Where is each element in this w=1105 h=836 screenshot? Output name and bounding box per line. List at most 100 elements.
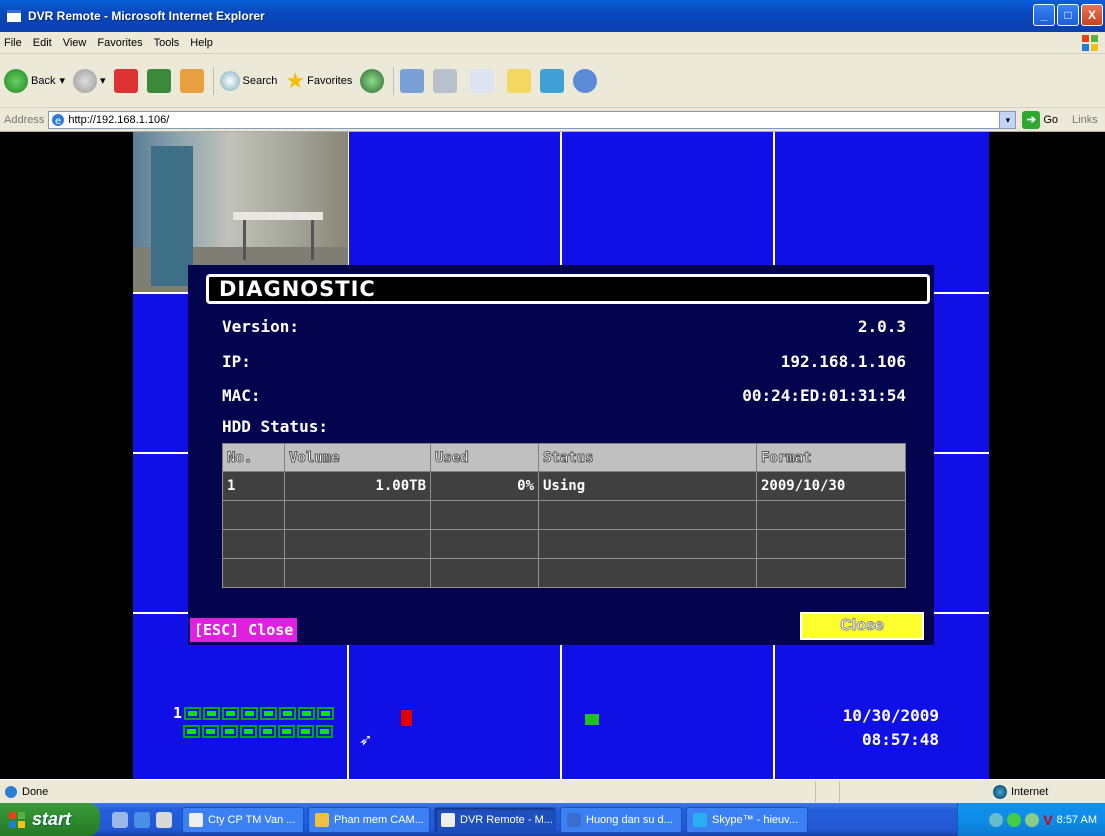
mac-label: MAC:: [222, 386, 261, 405]
task-button-3[interactable]: DVR Remote - M...: [434, 806, 556, 833]
security-zone: Internet: [993, 784, 1049, 799]
ie-task-icon: [189, 812, 203, 827]
mac-value: 00:24:ED:01:31:54: [742, 386, 906, 405]
close-window-button[interactable]: X: [1081, 4, 1103, 26]
edit-word-icon[interactable]: [470, 68, 495, 93]
links-button[interactable]: Links: [1072, 114, 1098, 126]
media-quicklaunch-icon[interactable]: [156, 811, 172, 828]
history-icon[interactable]: [360, 68, 385, 93]
datetime-display: 10/30/2009 08:57:48: [843, 704, 939, 752]
channel-box-icon[interactable]: [298, 706, 316, 720]
channel-box-icon[interactable]: [297, 724, 314, 738]
forward-button[interactable]: ▾: [73, 68, 106, 93]
research-icon[interactable]: [540, 68, 565, 93]
cell-used: 0%: [430, 471, 539, 501]
windows-flag-icon: [1082, 35, 1098, 51]
channel-box-icon[interactable]: [279, 706, 297, 720]
back-button[interactable]: Back ▾: [4, 68, 65, 93]
channel-box-icon[interactable]: [183, 724, 200, 738]
window-title: DVR Remote - Microsoft Internet Explorer: [28, 9, 265, 23]
hdd-status-row: HDD Status:: [222, 417, 906, 436]
zone-label: Internet: [1011, 785, 1049, 798]
channel-box-icon[interactable]: [259, 724, 276, 738]
channel-box-icon[interactable]: [260, 706, 278, 720]
hdd-table: No. Volume Used Status Format 1 1.00TB 0…: [222, 443, 906, 588]
version-label: Version:: [222, 317, 300, 336]
col-volume: Volume: [284, 443, 431, 472]
task-button-4[interactable]: Huong dan su d...: [560, 806, 682, 833]
version-row: Version: 2.0.3: [222, 317, 906, 336]
menu-favorites[interactable]: Favorites: [97, 37, 142, 49]
task-button-1[interactable]: Cty CP TM Van ...: [182, 806, 304, 833]
internet-globe-icon: [993, 784, 1007, 799]
print-icon[interactable]: [433, 68, 458, 93]
page-done-icon: [5, 785, 17, 798]
menu-file[interactable]: File: [4, 37, 22, 49]
cell-volume: 1.00TB: [284, 471, 431, 501]
address-input[interactable]: e http://192.168.1.106/ ▾: [48, 110, 1017, 129]
toolbar: Back ▾ ▾ Search ★ Favorites: [0, 54, 1105, 108]
col-no: No.: [222, 443, 285, 472]
tray-v-icon[interactable]: V: [1043, 812, 1052, 828]
menu-help[interactable]: Help: [190, 37, 213, 49]
task-button-2[interactable]: Phan mem CAM...: [308, 806, 430, 833]
table-row[interactable]: 1 1.00TB 0% Using 2009/10/30: [222, 471, 906, 501]
dialog-title: DIAGNOSTIC: [206, 274, 930, 304]
channel-box-icon[interactable]: [203, 706, 221, 720]
back-dropdown-icon[interactable]: ▾: [59, 74, 65, 87]
favorites-button[interactable]: ★ Favorites: [285, 68, 352, 94]
menu-view[interactable]: View: [63, 37, 87, 49]
go-button[interactable]: ➔ Go: [1022, 110, 1058, 129]
minimize-button[interactable]: _: [1033, 4, 1055, 26]
stop-icon[interactable]: [113, 68, 138, 93]
cell-status: Using: [538, 471, 757, 501]
channel-box-icon[interactable]: [278, 724, 295, 738]
home-icon[interactable]: [179, 68, 204, 93]
channel-box-icon[interactable]: [221, 724, 238, 738]
camera-table: [233, 212, 323, 220]
forward-arrow-icon: [73, 68, 97, 93]
folder-task-icon: [315, 812, 329, 827]
col-status: Status: [538, 443, 757, 472]
table-row: [222, 500, 906, 530]
star-icon: ★: [285, 67, 306, 93]
maximize-button[interactable]: □: [1057, 4, 1079, 26]
ip-value: 192.168.1.106: [780, 352, 906, 371]
camera-table-leg: [311, 220, 314, 260]
menu-edit[interactable]: Edit: [33, 37, 52, 49]
table-row: [222, 558, 906, 588]
esc-close-button[interactable]: [ESC] Close: [190, 618, 298, 642]
ie-quicklaunch-icon[interactable]: [134, 811, 150, 828]
channel-box-icon[interactable]: [316, 724, 333, 738]
cell-format: 2009/10/30: [756, 471, 906, 501]
address-url: http://192.168.1.106/: [68, 113, 170, 126]
channel-box-icon[interactable]: [222, 706, 240, 720]
mail-icon[interactable]: [400, 68, 425, 93]
channel-box-icon[interactable]: [184, 706, 202, 720]
channel-box-icon[interactable]: [240, 724, 257, 738]
messenger-icon[interactable]: [573, 68, 598, 93]
taskbar: start Cty CP TM Van ... Phan mem CAM... …: [0, 803, 1105, 836]
refresh-icon[interactable]: [146, 68, 171, 93]
back-label: Back: [31, 74, 56, 87]
discuss-icon[interactable]: [507, 68, 532, 93]
forward-dropdown-icon[interactable]: ▾: [100, 74, 106, 87]
favorites-label: Favorites: [307, 74, 353, 87]
show-desktop-icon[interactable]: [112, 811, 128, 828]
address-dropdown-icon[interactable]: ▾: [999, 111, 1016, 128]
start-button[interactable]: start: [0, 803, 100, 836]
tray-clock: 8:57 AM: [1056, 813, 1097, 826]
task-button-5[interactable]: Skype™ - hieuv...: [686, 806, 808, 833]
channel-box-icon[interactable]: [317, 706, 335, 720]
menu-tools[interactable]: Tools: [154, 37, 180, 49]
tray-shield-icon[interactable]: [1007, 812, 1022, 827]
ie-task-icon: [441, 812, 455, 827]
network-status-icon: [585, 714, 599, 725]
search-button[interactable]: Search: [219, 70, 277, 91]
title-bar: DVR Remote - Microsoft Internet Explorer…: [0, 0, 1105, 32]
dialog-close-button[interactable]: Close: [800, 612, 924, 640]
tray-network-icon[interactable]: [1025, 812, 1040, 827]
channel-box-icon[interactable]: [202, 724, 219, 738]
channel-box-icon[interactable]: [241, 706, 259, 720]
tray-arrow-icon[interactable]: [989, 812, 1004, 827]
